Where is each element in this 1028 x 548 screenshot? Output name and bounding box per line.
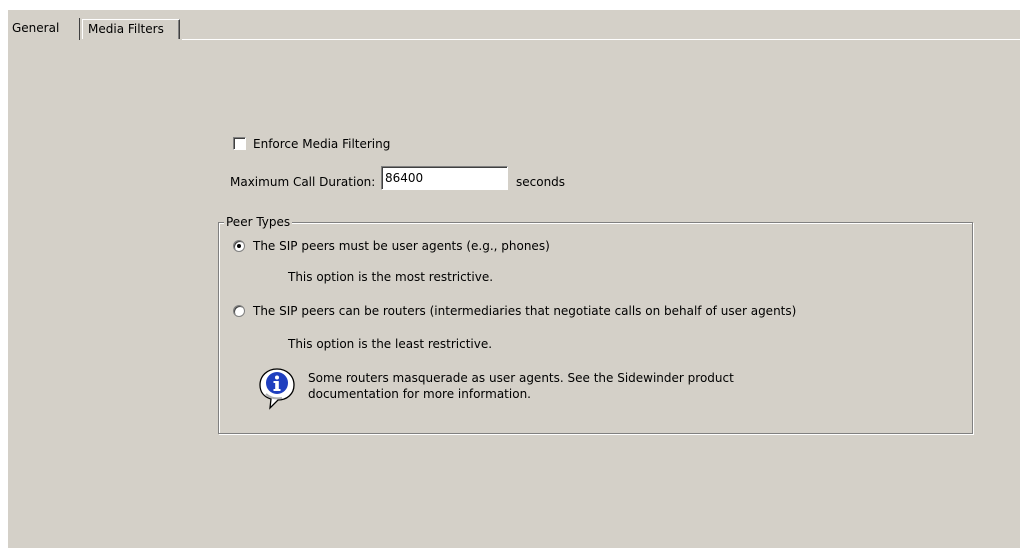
max-call-duration-unit: seconds	[516, 175, 566, 189]
info-icon	[256, 366, 298, 410]
routers-option-note: This option is the least restrictive.	[288, 337, 493, 351]
info-note-line-1: Some routers masquerade as user agents. …	[308, 371, 734, 385]
max-call-duration-label: Maximum Call Duration:	[230, 175, 376, 189]
tab-strip-divider	[182, 39, 1020, 40]
enforce-media-filtering-checkbox[interactable]	[233, 137, 246, 150]
enforce-media-filtering-label[interactable]: Enforce Media Filtering	[253, 136, 390, 152]
max-call-duration-input[interactable]	[381, 166, 508, 190]
tab-general[interactable]: General	[8, 18, 80, 40]
routers-radio[interactable]	[233, 305, 245, 317]
routers-option-label[interactable]: The SIP peers can be routers (intermedia…	[253, 303, 796, 319]
properties-panel: General Media Filters Enforce Media Filt…	[8, 10, 1020, 548]
tab-media-filters[interactable]: Media Filters	[82, 19, 180, 39]
user-agents-option-note: This option is the most restrictive.	[288, 270, 494, 284]
info-note-line-2: documentation for more information.	[308, 387, 531, 401]
user-agents-radio[interactable]	[233, 240, 245, 252]
user-agents-option-label[interactable]: The SIP peers must be user agents (e.g.,…	[253, 238, 550, 254]
tab-strip: General Media Filters	[8, 10, 1020, 40]
radio-selected-dot	[237, 244, 241, 248]
peer-types-legend: Peer Types	[224, 214, 293, 230]
